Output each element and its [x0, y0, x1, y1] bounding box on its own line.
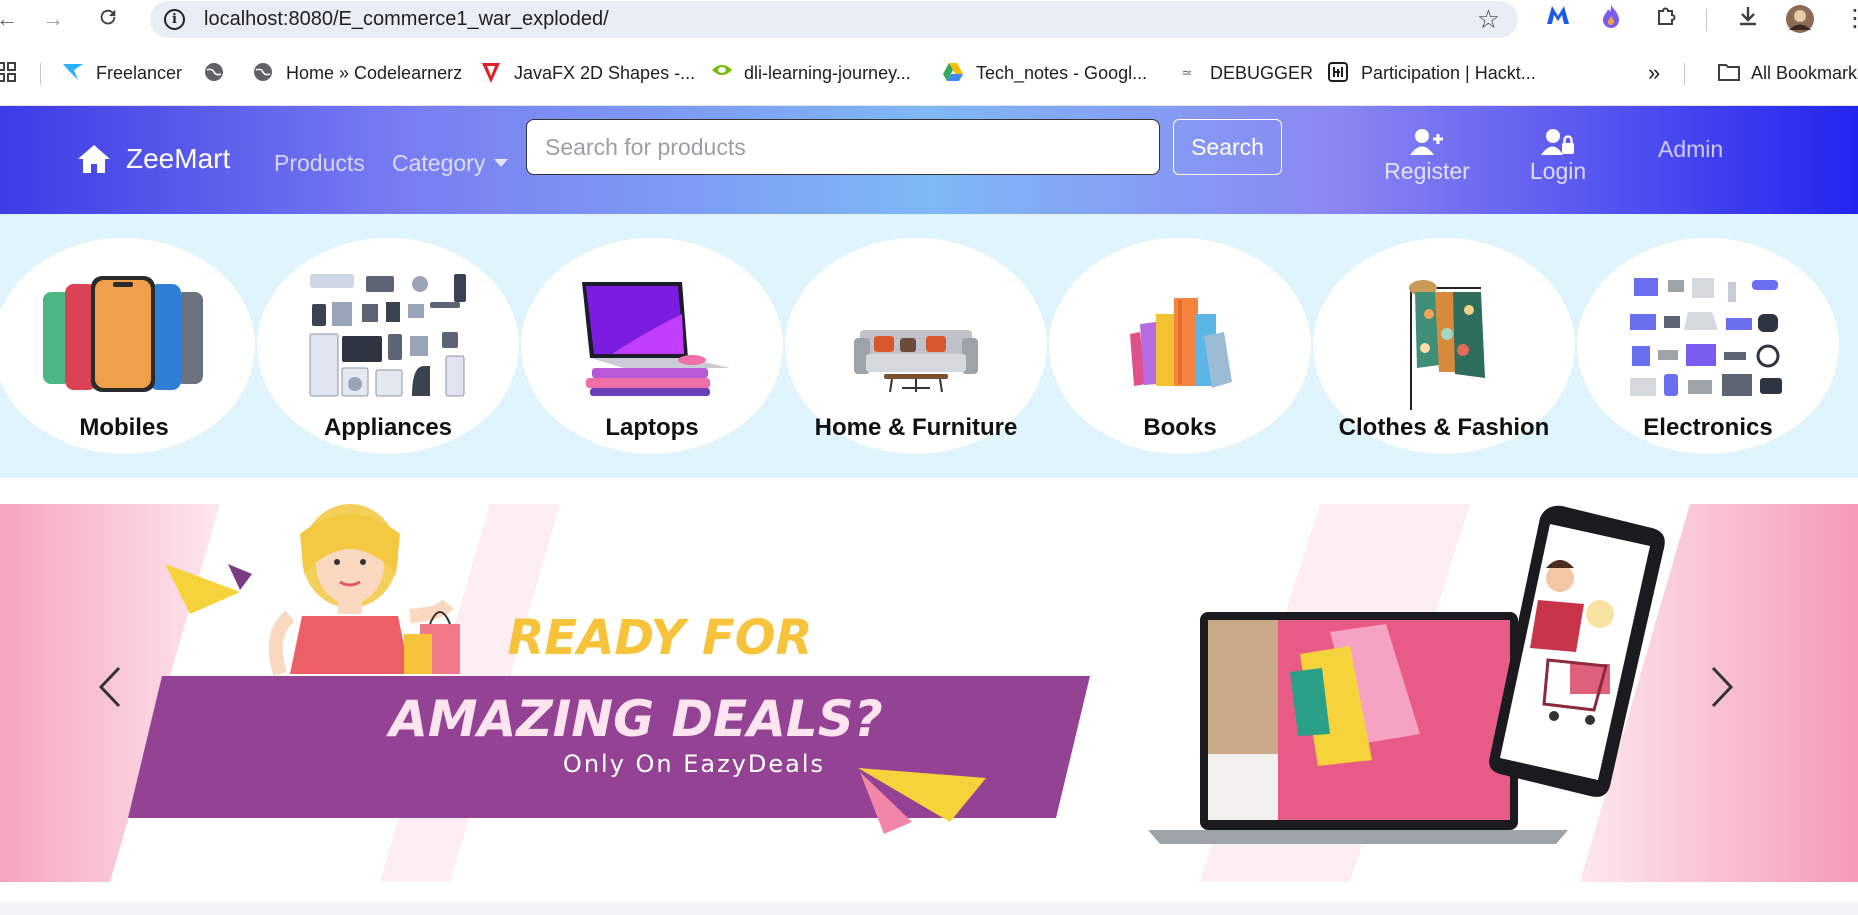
address-bar[interactable]: i localhost:8080/E_commerce1_war_explode…: [150, 1, 1518, 38]
banner-line3: Only On EazyDeals: [563, 750, 825, 778]
globe-icon: [203, 62, 225, 84]
bookmark-codelearnerz[interactable]: Home » Codelearnerz: [252, 60, 462, 86]
nvidia-icon: [710, 62, 732, 84]
appliances-image: [309, 274, 466, 397]
category-label: Home & Furniture: [814, 414, 1018, 441]
category-strip: Mobiles Appliances Laptops Home & Furnit…: [0, 214, 1858, 478]
nav-category-dropdown[interactable]: Category: [392, 150, 509, 177]
category-home-furniture[interactable]: Home & Furniture: [785, 238, 1047, 454]
bookmark-label: Tech_notes - Googl...: [976, 62, 1148, 83]
debugger-icon: ≃: [1181, 65, 1193, 80]
bookmark-label: Home » Codelearnerz: [286, 62, 463, 83]
banner-carousel: READY FOR AMAZING DEALS? Only On EazyDea…: [0, 504, 1858, 882]
site-info-icon[interactable]: i: [164, 9, 185, 30]
url-text[interactable]: localhost:8080/E_commerce1_war_exploded/: [204, 8, 609, 31]
banner-line2: AMAZING DEALS?: [385, 690, 883, 748]
browser-menu-icon[interactable]: ⋮: [1840, 4, 1858, 34]
banner-image: READY FOR AMAZING DEALS? Only On EazyDea…: [0, 504, 1858, 882]
search-input[interactable]: [526, 119, 1160, 175]
category-label: Appliances: [323, 414, 453, 441]
more-bookmarks-button[interactable]: »: [1648, 60, 1660, 86]
brand-name: ZeeMart: [126, 143, 231, 174]
brand-link[interactable]: ZeeMart: [76, 143, 230, 175]
category-appliances[interactable]: Appliances: [257, 238, 519, 454]
category-books[interactable]: Books: [1049, 238, 1311, 454]
bookmark-label: dli-learning-journey...: [744, 62, 911, 83]
folder-icon: [1717, 62, 1740, 84]
user-lock-icon: [1541, 129, 1574, 155]
electronics-image: [1630, 278, 1782, 396]
category-electronics[interactable]: Electronics: [1577, 238, 1839, 454]
bookmark-label: Freelancer: [96, 62, 183, 83]
books-image: [1130, 298, 1232, 388]
profile-avatar[interactable]: [1785, 4, 1815, 34]
browser-toolbar: ← → i localhost:8080/E_commerce1_war_exp…: [0, 0, 1858, 38]
bookmark-divider: [40, 63, 41, 85]
banner-line1: READY FOR: [507, 610, 812, 666]
search-button[interactable]: Search: [1173, 119, 1282, 175]
bookmark-globe[interactable]: [203, 60, 237, 86]
category-label: Books: [1143, 414, 1217, 441]
bookmark-label: Participation | Hackt...: [1361, 62, 1536, 83]
bookmark-participation[interactable]: Participation | Hackt...: [1327, 60, 1536, 86]
bookmark-star-icon[interactable]: ☆: [1477, 4, 1500, 35]
nav-register[interactable]: Register: [1372, 128, 1482, 185]
login-label: Login: [1529, 158, 1587, 184]
clothes-image: [1409, 280, 1485, 410]
reload-icon[interactable]: [95, 6, 121, 32]
bookmark-divider: [1684, 63, 1685, 85]
bookmarks-bar: Freelancer Home » Codelearnerz JavaFX 2D…: [0, 38, 1858, 106]
tutorials-point-icon: [480, 62, 502, 84]
globe-icon: [252, 62, 274, 84]
category-laptops[interactable]: Laptops: [521, 238, 783, 454]
nav-products[interactable]: Products: [274, 150, 365, 177]
bookmark-label: DEBUGGER: [1210, 62, 1314, 83]
bookmark-freelancer[interactable]: Freelancer: [62, 60, 182, 86]
google-drive-icon: [942, 62, 964, 84]
toolbar-divider: [1706, 9, 1707, 31]
back-icon[interactable]: ←: [0, 6, 20, 32]
laptops-image: [582, 282, 730, 396]
register-label: Register: [1384, 158, 1470, 184]
flame-extension-icon[interactable]: [1596, 4, 1626, 34]
caret-down-icon: [494, 159, 509, 167]
category-label: Electronics: [1643, 414, 1773, 441]
category-mobiles[interactable]: Mobiles: [0, 238, 255, 454]
category-label: Laptops: [605, 414, 699, 441]
freelancer-icon: [62, 62, 84, 84]
category-label: Clothes & Fashion: [1338, 414, 1550, 441]
chevron-right-icon: [1711, 666, 1734, 708]
nav-category-label: Category: [392, 150, 486, 176]
bookmark-label: JavaFX 2D Shapes -...: [514, 62, 696, 83]
chevron-left-icon: [98, 666, 121, 708]
all-bookmarks-button[interactable]: All Bookmarks: [1717, 60, 1858, 86]
carousel-prev-button[interactable]: [90, 664, 130, 724]
extensions-puzzle-icon[interactable]: [1652, 4, 1682, 34]
mobiles-image: [43, 276, 203, 392]
nav-admin[interactable]: Admin: [1658, 136, 1723, 163]
page-bottom-edge: [0, 902, 1858, 915]
carousel-next-button[interactable]: [1702, 664, 1742, 724]
bookmark-debugger[interactable]: ≃ DEBUGGER: [1176, 60, 1313, 86]
bookmark-dli[interactable]: dli-learning-journey...: [710, 60, 911, 86]
site-navbar: ZeeMart Products Category Search Registe…: [0, 106, 1858, 214]
sofa-image: [854, 330, 978, 393]
user-plus-icon: [1410, 129, 1443, 155]
nav-login[interactable]: Login: [1520, 128, 1596, 185]
download-icon[interactable]: [1733, 4, 1763, 34]
bookmark-tech-notes[interactable]: Tech_notes - Googl...: [942, 60, 1147, 86]
category-clothes-fashion[interactable]: Clothes & Fashion: [1313, 238, 1575, 454]
forward-icon[interactable]: →: [40, 6, 66, 32]
bookmark-javafx[interactable]: JavaFX 2D Shapes -...: [480, 60, 695, 86]
malwarebytes-extension-icon[interactable]: [1543, 4, 1573, 34]
apps-grid-icon[interactable]: [0, 62, 18, 89]
home-icon: [78, 145, 110, 173]
bookmark-label: All Bookmarks: [1751, 62, 1858, 83]
category-label: Mobiles: [79, 414, 169, 441]
hackathon-icon: [1327, 62, 1349, 84]
